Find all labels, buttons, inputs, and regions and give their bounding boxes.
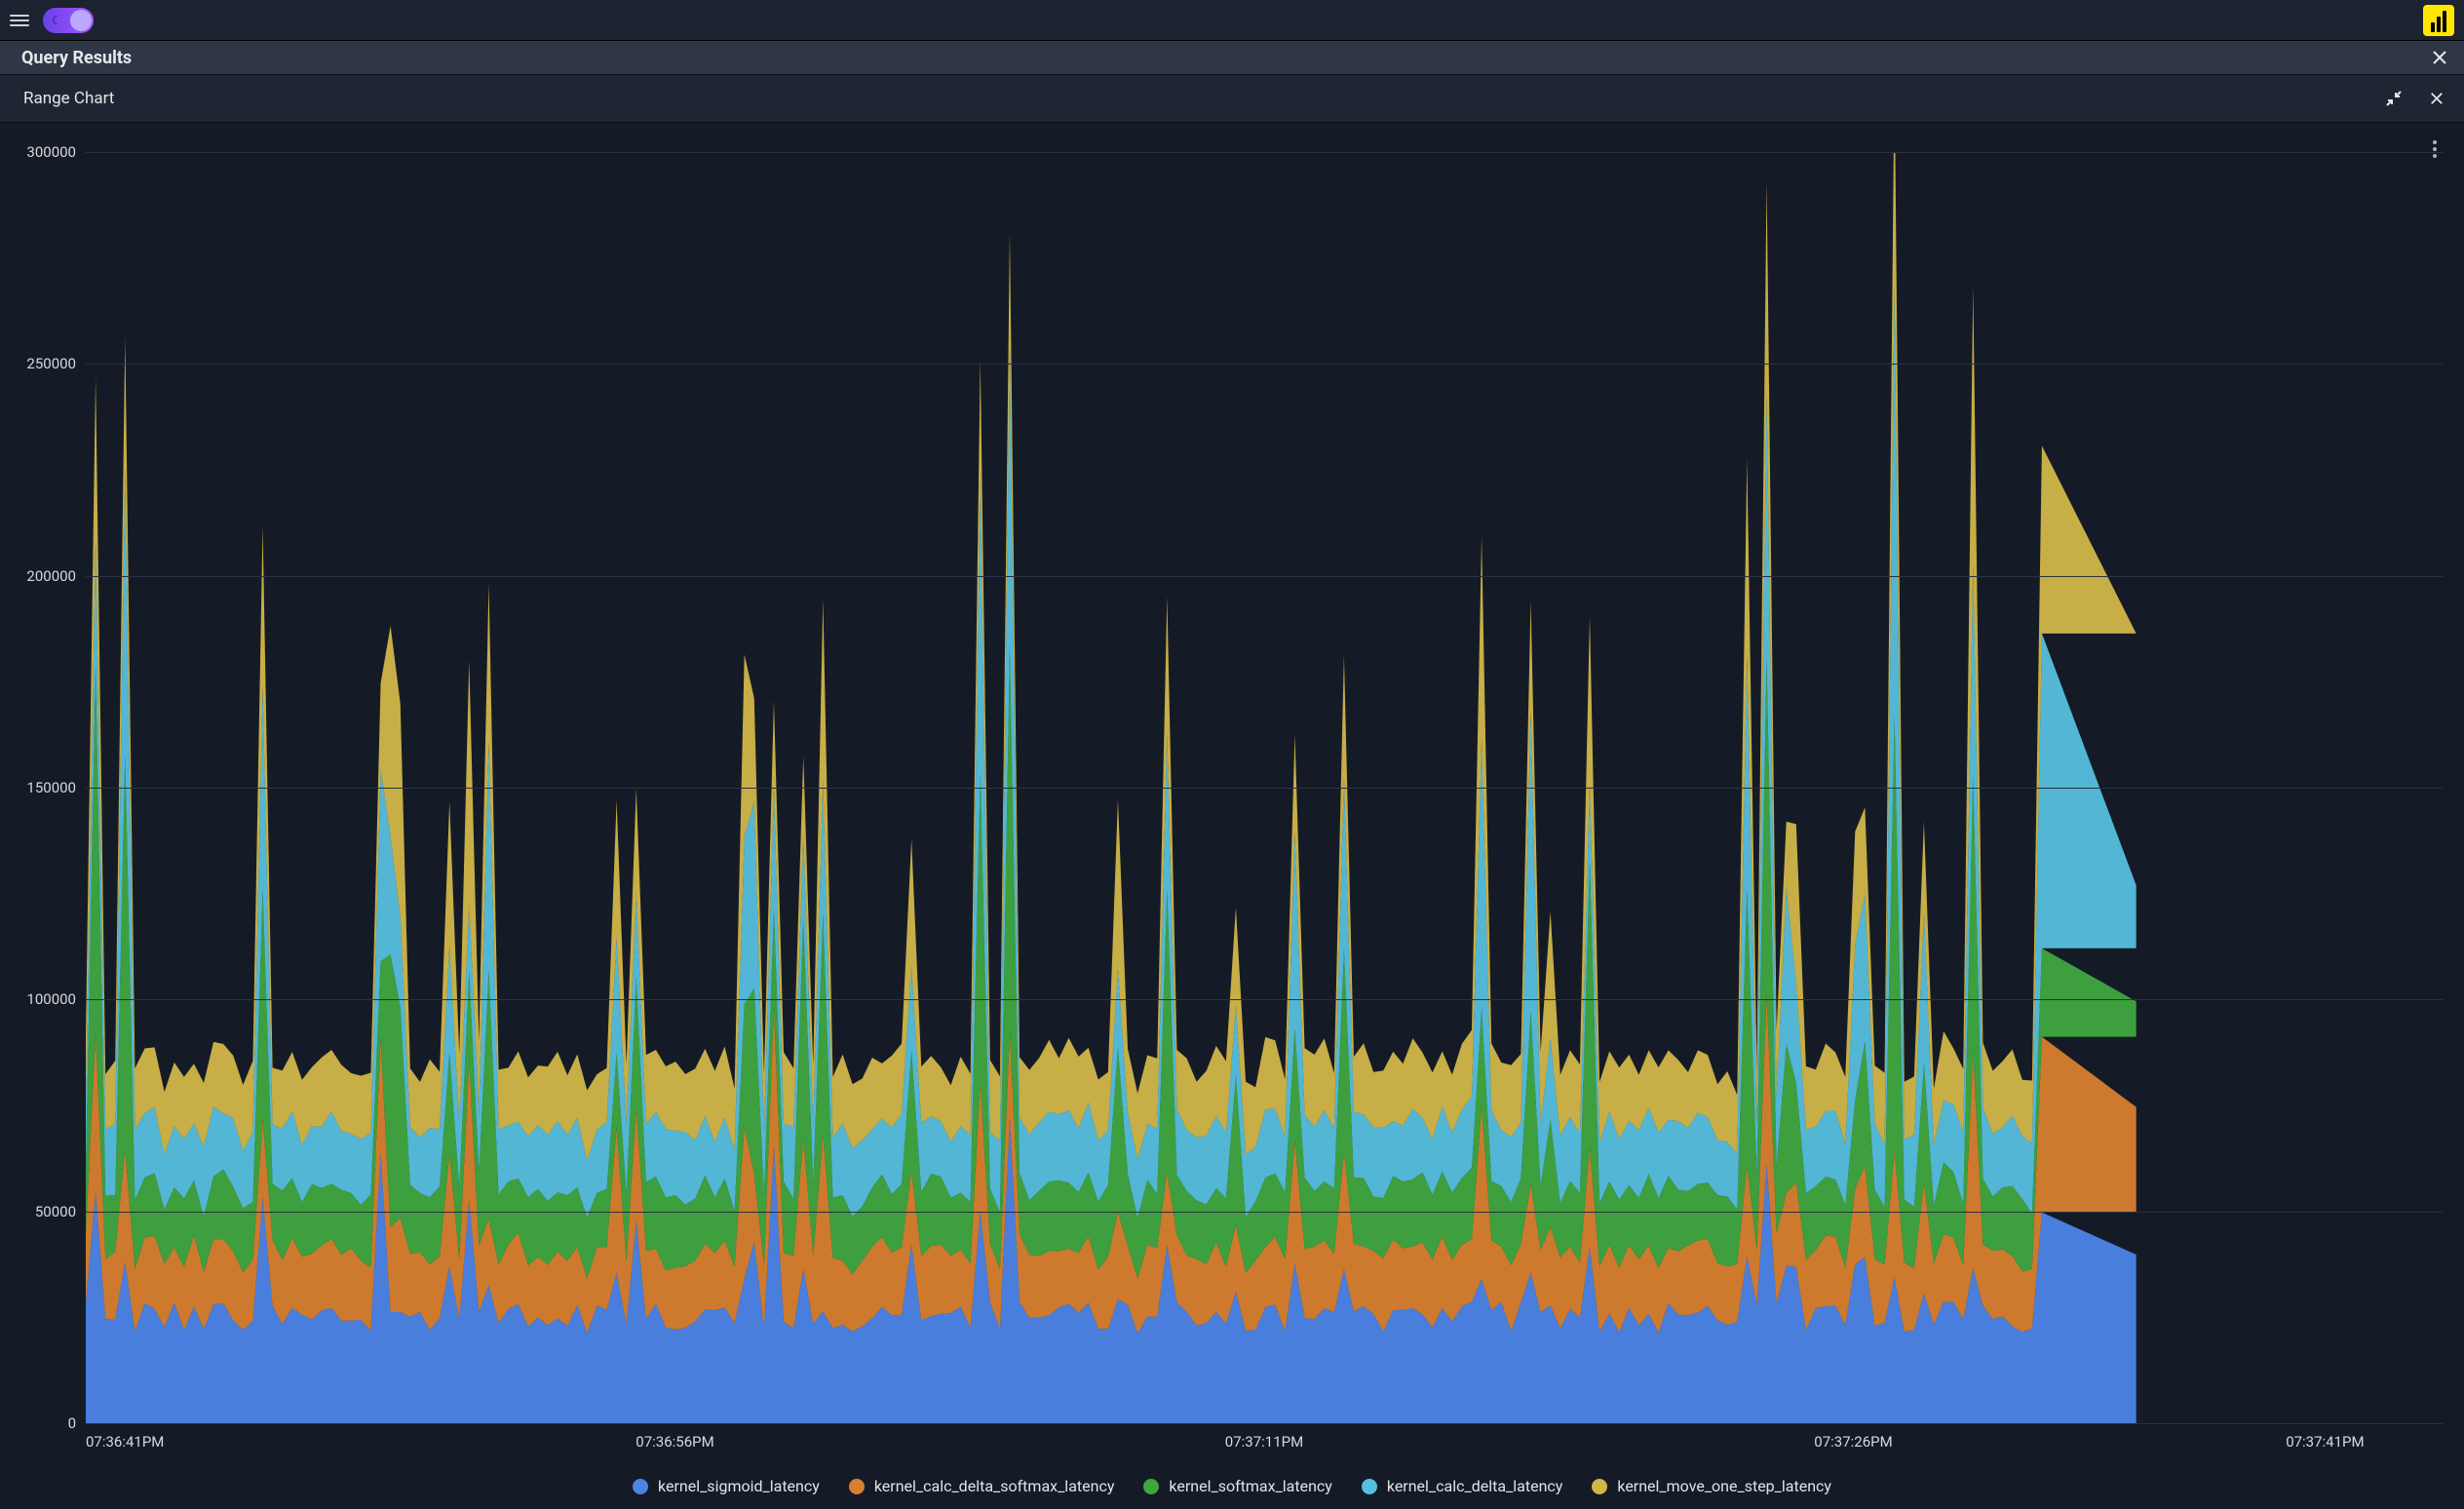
close-panel-button[interactable] bbox=[2431, 49, 2448, 66]
chart-header: Range Chart bbox=[0, 74, 2464, 123]
x-tick-label: 07:36:41PM bbox=[86, 1433, 164, 1451]
y-tick-label: 50000 bbox=[35, 1203, 76, 1220]
y-tick-label: 300000 bbox=[26, 143, 76, 161]
gridline bbox=[86, 788, 2443, 789]
legend-label: kernel_softmax_latency bbox=[1169, 1477, 1331, 1495]
dark-mode-toggle[interactable]: ☾ bbox=[43, 8, 94, 33]
legend-label: kernel_calc_delta_softmax_latency bbox=[874, 1477, 1115, 1495]
legend-item[interactable]: kernel_move_one_step_latency bbox=[1592, 1477, 1831, 1495]
legend-swatch bbox=[1592, 1479, 1607, 1494]
menu-icon[interactable] bbox=[10, 11, 29, 30]
legend-swatch bbox=[633, 1479, 648, 1494]
gridline bbox=[86, 999, 2443, 1000]
chart-title: Range Chart bbox=[23, 89, 114, 108]
legend-item[interactable]: kernel_calc_delta_softmax_latency bbox=[849, 1477, 1115, 1495]
plot-area[interactable]: 050000100000150000200000250000300000 bbox=[86, 152, 2443, 1423]
collapse-icon[interactable] bbox=[2384, 89, 2404, 108]
legend-label: kernel_move_one_step_latency bbox=[1617, 1477, 1831, 1495]
close-chart-button[interactable] bbox=[2427, 89, 2446, 108]
x-tick-label: 07:37:11PM bbox=[1225, 1433, 1303, 1451]
legend-swatch bbox=[1143, 1479, 1159, 1494]
gridline bbox=[86, 1423, 2443, 1424]
legend-swatch bbox=[849, 1479, 865, 1494]
gridline bbox=[86, 576, 2443, 577]
x-tick-label: 07:37:41PM bbox=[2286, 1433, 2364, 1451]
x-tick-label: 07:37:26PM bbox=[1814, 1433, 1892, 1451]
legend: kernel_sigmoid_latency kernel_calc_delta_… bbox=[0, 1477, 2464, 1495]
gridline bbox=[86, 364, 2443, 365]
y-tick-label: 150000 bbox=[26, 779, 76, 796]
x-tick-label: 07:36:56PM bbox=[635, 1433, 713, 1451]
legend-swatch bbox=[1362, 1479, 1377, 1494]
panel-title: Query Results bbox=[21, 48, 132, 68]
y-tick-label: 100000 bbox=[26, 990, 76, 1008]
legend-item[interactable]: kernel_sigmoid_latency bbox=[633, 1477, 820, 1495]
legend-item[interactable]: kernel_softmax_latency bbox=[1143, 1477, 1331, 1495]
chart-container: 050000100000150000200000250000300000 07:… bbox=[0, 123, 2464, 1509]
chart-menu-icon[interactable] bbox=[2433, 140, 2437, 158]
toggle-knob bbox=[70, 10, 92, 31]
legend-label: kernel_calc_delta_latency bbox=[1387, 1477, 1563, 1495]
moon-icon: ☾ bbox=[49, 13, 64, 28]
legend-item[interactable]: kernel_calc_delta_latency bbox=[1362, 1477, 1563, 1495]
y-tick-label: 250000 bbox=[26, 355, 76, 372]
gridline bbox=[86, 1212, 2443, 1213]
gridline bbox=[86, 152, 2443, 153]
legend-label: kernel_sigmoid_latency bbox=[658, 1477, 820, 1495]
y-tick-label: 0 bbox=[68, 1414, 76, 1432]
app-logo bbox=[2423, 5, 2454, 36]
topbar: ☾ bbox=[0, 0, 2464, 41]
panel-header: Query Results bbox=[0, 41, 2464, 74]
y-tick-label: 200000 bbox=[26, 567, 76, 585]
x-axis: 07:36:41PM 07:36:56PM 07:37:11PM 07:37:26PM… bbox=[86, 1433, 2443, 1454]
